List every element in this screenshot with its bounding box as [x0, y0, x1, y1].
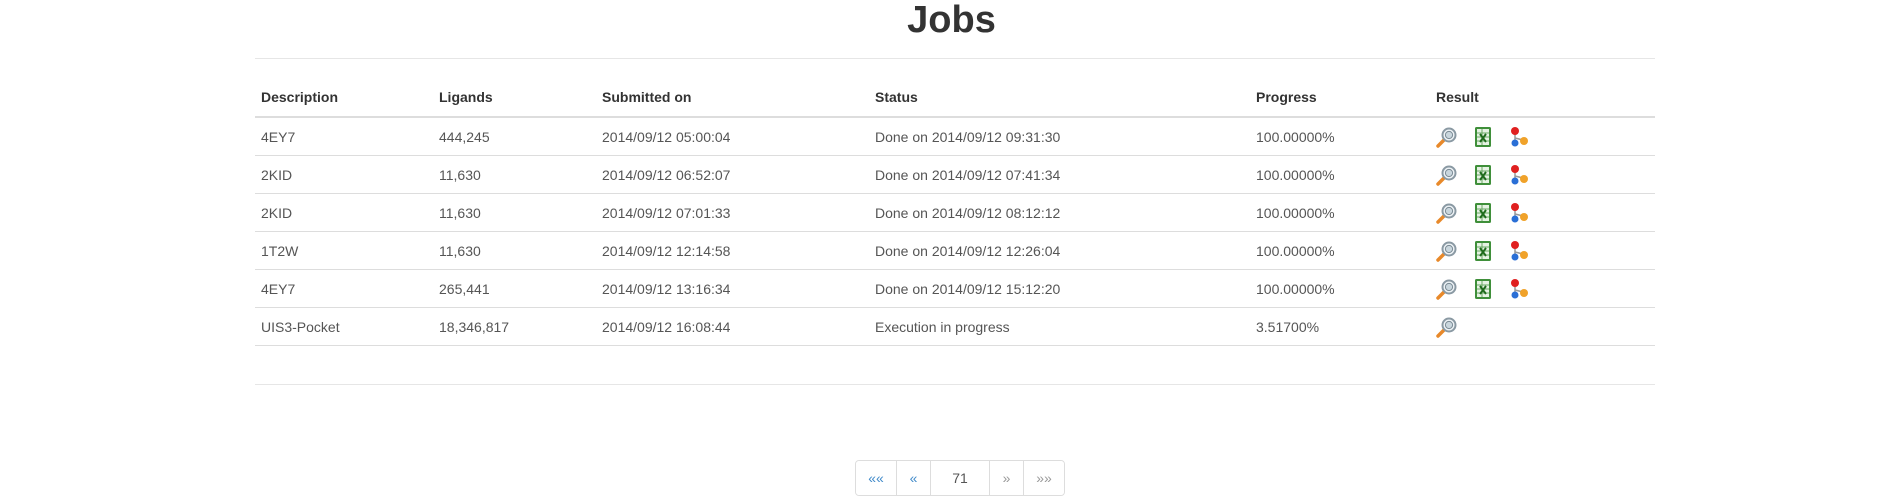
- header-ligands: Ligands: [433, 78, 596, 118]
- spreadsheet-icon[interactable]: [1472, 164, 1494, 186]
- molecule-icon[interactable]: [1508, 278, 1530, 300]
- cell-description: UIS3-Pocket: [255, 307, 433, 346]
- cell-submitted-on: 2014/09/12 12:14:58: [596, 231, 869, 270]
- title-divider: [255, 58, 1655, 59]
- cell-description: 4EY7: [255, 117, 433, 156]
- cell-status: Execution in progress: [869, 307, 1250, 346]
- table-row: UIS3-Pocket 18,346,817 2014/09/12 16:08:44…: [255, 307, 1655, 346]
- magnifier-icon[interactable]: [1436, 240, 1458, 262]
- cell-result: [1430, 117, 1655, 156]
- pagination-last[interactable]: »»: [1024, 461, 1064, 495]
- cell-status: Done on 2014/09/12 08:12:12: [869, 193, 1250, 232]
- table-row: 4EY7 265,441 2014/09/12 13:16:34 Done on 20…: [255, 269, 1655, 308]
- page-title: Jobs: [907, 0, 996, 41]
- magnifier-icon[interactable]: [1436, 202, 1458, 224]
- cell-ligands: 444,245: [433, 117, 596, 156]
- cell-description: 4EY7: [255, 269, 433, 308]
- cell-description: 1T2W: [255, 231, 433, 270]
- header-status: Status: [869, 78, 1250, 118]
- cell-progress: 100.00000%: [1250, 155, 1430, 194]
- molecule-icon[interactable]: [1508, 164, 1530, 186]
- cell-result: [1430, 269, 1655, 308]
- cell-result: [1430, 155, 1655, 194]
- cell-result: [1430, 307, 1655, 346]
- cell-submitted-on: 2014/09/12 06:52:07: [596, 155, 869, 194]
- cell-ligands: 11,630: [433, 231, 596, 270]
- magnifier-icon[interactable]: [1436, 126, 1458, 148]
- magnifier-icon[interactable]: [1436, 316, 1458, 338]
- table-row: 4EY7 444,245 2014/09/12 05:00:04 Done on 20…: [255, 117, 1655, 156]
- cell-submitted-on: 2014/09/12 16:08:44: [596, 307, 869, 346]
- result-icons: [1436, 126, 1655, 148]
- result-icons: [1436, 164, 1655, 186]
- magnifier-icon[interactable]: [1436, 278, 1458, 300]
- table-row: 1T2W 11,630 2014/09/12 12:14:58 Done on 201…: [255, 231, 1655, 270]
- spreadsheet-icon[interactable]: [1472, 278, 1494, 300]
- cell-status: Done on 2014/09/12 09:31:30: [869, 117, 1250, 156]
- spreadsheet-icon[interactable]: [1472, 202, 1494, 224]
- cell-submitted-on: 2014/09/12 05:00:04: [596, 117, 869, 156]
- header-result: Result: [1430, 78, 1655, 118]
- table-header-row: Description Ligands Submitted on Status …: [255, 78, 1655, 118]
- header-progress: Progress: [1250, 78, 1430, 118]
- cell-status: Done on 2014/09/12 07:41:34: [869, 155, 1250, 194]
- cell-submitted-on: 2014/09/12 13:16:34: [596, 269, 869, 308]
- table-row: 2KID 11,630 2014/09/12 06:52:07 Done on 201…: [255, 155, 1655, 194]
- cell-submitted-on: 2014/09/12 07:01:33: [596, 193, 869, 232]
- result-icons: [1436, 316, 1655, 338]
- cell-description: 2KID: [255, 193, 433, 232]
- pagination-next[interactable]: »: [990, 461, 1024, 495]
- spreadsheet-icon[interactable]: [1472, 126, 1494, 148]
- result-icons: [1436, 278, 1655, 300]
- table-bottom-divider: [255, 384, 1655, 385]
- molecule-icon[interactable]: [1508, 202, 1530, 224]
- pagination: «« « 71 » »»: [855, 460, 1065, 496]
- cell-ligands: 11,630: [433, 193, 596, 232]
- cell-result: [1430, 231, 1655, 270]
- cell-ligands: 11,630: [433, 155, 596, 194]
- jobs-table: Description Ligands Submitted on Status …: [255, 78, 1655, 346]
- result-icons: [1436, 240, 1655, 262]
- cell-progress: 100.00000%: [1250, 117, 1430, 156]
- cell-ligands: 18,346,817: [433, 307, 596, 346]
- header-description: Description: [255, 78, 433, 118]
- spreadsheet-icon[interactable]: [1472, 240, 1494, 262]
- magnifier-icon[interactable]: [1436, 164, 1458, 186]
- header-submitted-on: Submitted on: [596, 78, 869, 118]
- pagination-current-page: 71: [931, 461, 990, 495]
- result-icons: [1436, 202, 1655, 224]
- cell-progress: 3.51700%: [1250, 307, 1430, 346]
- cell-result: [1430, 193, 1655, 232]
- cell-progress: 100.00000%: [1250, 193, 1430, 232]
- cell-status: Done on 2014/09/12 15:12:20: [869, 269, 1250, 308]
- cell-progress: 100.00000%: [1250, 269, 1430, 308]
- pagination-prev[interactable]: «: [897, 461, 931, 495]
- cell-status: Done on 2014/09/12 12:26:04: [869, 231, 1250, 270]
- cell-progress: 100.00000%: [1250, 231, 1430, 270]
- pagination-first[interactable]: ««: [856, 461, 897, 495]
- cell-ligands: 265,441: [433, 269, 596, 308]
- molecule-icon[interactable]: [1508, 126, 1530, 148]
- cell-description: 2KID: [255, 155, 433, 194]
- table-row: 2KID 11,630 2014/09/12 07:01:33 Done on 201…: [255, 193, 1655, 232]
- molecule-icon[interactable]: [1508, 240, 1530, 262]
